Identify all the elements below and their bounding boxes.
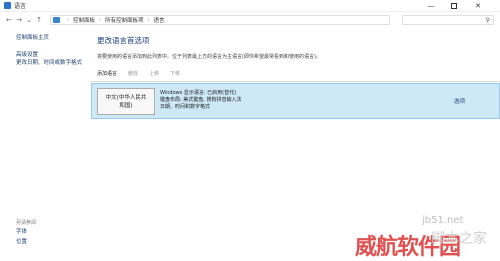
search-icon: ⚲ <box>485 17 490 24</box>
breadcrumb-separator: › <box>99 17 102 23</box>
move-down-button[interactable]: 下移 <box>170 70 180 77</box>
language-name-line2: 和国) <box>119 102 133 109</box>
control-panel-home-link[interactable]: 控制面板主页 <box>16 34 86 42</box>
search-input[interactable]: ⚲ <box>402 15 494 25</box>
window-title: 语言 <box>14 3 27 10</box>
language-list-item[interactable]: 中文(中华人民共 和国) Windows 显示语言: 已启用(替代) 键盘布局:… <box>91 83 500 119</box>
control-panel-icon <box>53 17 60 23</box>
minimize-button[interactable]: — <box>419 0 443 12</box>
address-bar[interactable]: › 控制面板 › 所有控制面板项 › 语言 <box>50 15 390 25</box>
forward-button[interactable]: → <box>14 15 24 25</box>
up-button[interactable]: ↑ <box>34 15 44 25</box>
toolbar-divider <box>90 81 500 82</box>
move-up-button[interactable]: 上移 <box>149 70 159 77</box>
page-description: 将要使用的语言添加到此列表中。位于列表最上方的语言为主语言(即你希望最常看到和使… <box>97 54 321 60</box>
breadcrumb-all-items[interactable]: 所有控制面板项 <box>105 16 144 24</box>
watermark-text-secondary: 脚本之家 <box>431 231 487 247</box>
remove-button[interactable]: 删除 <box>128 70 138 77</box>
back-button[interactable]: ← <box>4 15 14 25</box>
left-navigation: 控制面板主页 高级设置 更改日期、时间或数字格式 <box>16 34 86 67</box>
page-title: 更改语言首选项 <box>97 36 150 45</box>
language-toolbar: 添加语言 删除 上移 下移 <box>97 70 180 77</box>
language-options-link[interactable]: 选项 <box>454 97 465 105</box>
language-name-line1: 中文(中华人民共 <box>105 94 147 101</box>
breadcrumb-control-panel[interactable]: 控制面板 <box>73 16 95 24</box>
recent-locations-button[interactable]: ⌄ <box>24 15 34 25</box>
add-language-button[interactable]: 添加语言 <box>97 70 117 77</box>
language-detail-display: Windows 显示语言: 已启用(替代) <box>160 90 237 96</box>
language-detail-keyboard: 键盘布局: 美式键盘, 搜狗拼音输入法 <box>160 97 242 103</box>
see-also-header: 另请参阅 <box>16 220 37 226</box>
language-detail-format: 日期、时间和数字格式 <box>160 104 211 110</box>
watermark-site: jb51.net <box>422 215 464 226</box>
maximize-icon <box>451 3 457 9</box>
language-app-icon <box>4 2 11 9</box>
navigation-bar: ← → ⌄ ↑ › 控制面板 › 所有控制面板项 › 语言 ⚲ <box>0 14 500 26</box>
language-details: Windows 显示语言: 已启用(替代) 键盘布局: 美式键盘, 搜狗拼音输入… <box>160 90 241 111</box>
advanced-settings-link[interactable]: 高级设置 <box>16 51 86 59</box>
breadcrumb-language[interactable]: 语言 <box>154 16 165 24</box>
fonts-link[interactable]: 字体 <box>16 227 86 237</box>
see-also-section: 另请参阅 字体 位置 <box>16 219 86 247</box>
language-name-tile: 中文(中华人民共 和国) <box>97 88 155 115</box>
breadcrumb-separator: › <box>67 17 69 23</box>
location-link[interactable]: 位置 <box>16 237 86 247</box>
breadcrumb-separator: › <box>147 17 150 23</box>
maximize-button[interactable] <box>442 0 466 12</box>
change-date-time-format-link[interactable]: 更改日期、时间或数字格式 <box>16 59 86 67</box>
close-button[interactable]: ✕ <box>466 0 490 12</box>
